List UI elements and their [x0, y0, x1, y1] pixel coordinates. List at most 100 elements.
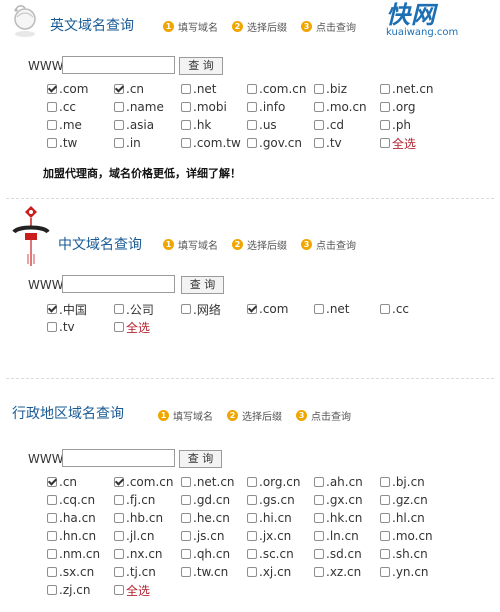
checkbox[interactable]	[314, 138, 324, 148]
checkbox[interactable]	[247, 513, 257, 523]
suffix-option[interactable]: .ah.cn	[314, 473, 380, 491]
suffix-option[interactable]: .gz.cn	[380, 491, 446, 509]
suffix-option[interactable]: .sd.cn	[314, 545, 380, 563]
checkbox[interactable]	[181, 567, 191, 577]
query-button[interactable]: 查 询	[179, 57, 223, 75]
checkbox[interactable]	[47, 322, 57, 332]
checkbox[interactable]	[114, 84, 124, 94]
suffix-option[interactable]: .js.cn	[181, 527, 247, 545]
domain-input[interactable]	[62, 56, 175, 74]
checkbox[interactable]	[314, 120, 324, 130]
checkbox[interactable]	[314, 567, 324, 577]
checkbox[interactable]	[247, 495, 257, 505]
suffix-option[interactable]: .gov.cn	[247, 134, 314, 152]
checkbox[interactable]	[114, 585, 124, 595]
suffix-option[interactable]: .cn	[47, 473, 114, 491]
suffix-option[interactable]: .net	[314, 300, 380, 318]
checkbox[interactable]	[247, 477, 257, 487]
checkbox[interactable]	[181, 531, 191, 541]
checkbox[interactable]	[380, 495, 390, 505]
checkbox[interactable]	[314, 513, 324, 523]
checkbox[interactable]	[114, 549, 124, 559]
checkbox[interactable]	[114, 531, 124, 541]
query-button[interactable]: 查 询	[181, 276, 224, 294]
suffix-option[interactable]: .net.cn	[380, 80, 446, 98]
suffix-option[interactable]: .jl.cn	[114, 527, 181, 545]
suffix-option[interactable]: .sc.cn	[247, 545, 314, 563]
checkbox[interactable]	[380, 513, 390, 523]
suffix-option[interactable]: .cq.cn	[47, 491, 114, 509]
suffix-option[interactable]: .中国	[47, 300, 114, 318]
checkbox[interactable]	[380, 531, 390, 541]
suffix-option[interactable]: .ha.cn	[47, 509, 114, 527]
suffix-option[interactable]: .hk	[181, 116, 247, 134]
checkbox[interactable]	[114, 322, 124, 332]
checkbox[interactable]	[47, 567, 57, 577]
checkbox[interactable]	[380, 304, 390, 314]
promo-link[interactable]: 加盟代理商，域名价格更低，详细了解！	[43, 165, 241, 181]
checkbox[interactable]	[314, 531, 324, 541]
suffix-option[interactable]: .sh.cn	[380, 545, 446, 563]
suffix-option[interactable]: .gs.cn	[247, 491, 314, 509]
suffix-option[interactable]: .jx.cn	[247, 527, 314, 545]
checkbox[interactable]	[247, 102, 257, 112]
checkbox[interactable]	[247, 567, 257, 577]
checkbox[interactable]	[314, 495, 324, 505]
suffix-option[interactable]: .asia	[114, 116, 181, 134]
suffix-option[interactable]: .hl.cn	[380, 509, 446, 527]
checkbox[interactable]	[314, 102, 324, 112]
checkbox[interactable]	[247, 549, 257, 559]
suffix-option[interactable]: .hk.cn	[314, 509, 380, 527]
checkbox[interactable]	[247, 84, 257, 94]
suffix-option[interactable]: .公司	[114, 300, 181, 318]
suffix-option[interactable]: .网络	[181, 300, 247, 318]
checkbox[interactable]	[380, 120, 390, 130]
select-all-option[interactable]: 全选	[114, 581, 181, 599]
checkbox[interactable]	[114, 102, 124, 112]
suffix-option[interactable]: .fj.cn	[114, 491, 181, 509]
suffix-option[interactable]: .yn.cn	[380, 563, 446, 581]
suffix-option[interactable]: .cc	[47, 98, 114, 116]
checkbox[interactable]	[181, 304, 191, 314]
suffix-option[interactable]: .com.cn	[114, 473, 181, 491]
checkbox[interactable]	[247, 120, 257, 130]
suffix-option[interactable]: .cn	[114, 80, 181, 98]
checkbox[interactable]	[114, 567, 124, 577]
checkbox[interactable]	[114, 120, 124, 130]
checkbox[interactable]	[47, 84, 57, 94]
checkbox[interactable]	[380, 102, 390, 112]
suffix-option[interactable]: .tw	[47, 134, 114, 152]
suffix-option[interactable]: .tj.cn	[114, 563, 181, 581]
suffix-option[interactable]: .info	[247, 98, 314, 116]
suffix-option[interactable]: .he.cn	[181, 509, 247, 527]
checkbox[interactable]	[247, 138, 257, 148]
checkbox[interactable]	[247, 531, 257, 541]
suffix-option[interactable]: .hi.cn	[247, 509, 314, 527]
checkbox[interactable]	[47, 102, 57, 112]
suffix-option[interactable]: .org	[380, 98, 446, 116]
suffix-option[interactable]: .xj.cn	[247, 563, 314, 581]
checkbox[interactable]	[114, 477, 124, 487]
checkbox[interactable]	[314, 477, 324, 487]
suffix-option[interactable]: .mo.cn	[380, 527, 446, 545]
checkbox[interactable]	[114, 495, 124, 505]
suffix-option[interactable]: .nx.cn	[114, 545, 181, 563]
suffix-option[interactable]: .com.tw	[181, 134, 247, 152]
checkbox[interactable]	[314, 549, 324, 559]
checkbox[interactable]	[380, 84, 390, 94]
suffix-option[interactable]: .mobi	[181, 98, 247, 116]
domain-input[interactable]	[62, 275, 175, 293]
suffix-option[interactable]: .gd.cn	[181, 491, 247, 509]
checkbox[interactable]	[47, 549, 57, 559]
suffix-option[interactable]: .net.cn	[181, 473, 247, 491]
checkbox[interactable]	[47, 513, 57, 523]
suffix-option[interactable]: .com.cn	[247, 80, 314, 98]
suffix-option[interactable]: .cc	[380, 300, 446, 318]
suffix-option[interactable]: .org.cn	[247, 473, 314, 491]
suffix-option[interactable]: .us	[247, 116, 314, 134]
checkbox[interactable]	[380, 477, 390, 487]
checkbox[interactable]	[181, 138, 191, 148]
suffix-option[interactable]: .com	[247, 300, 314, 318]
checkbox[interactable]	[47, 531, 57, 541]
suffix-option[interactable]: .ph	[380, 116, 446, 134]
